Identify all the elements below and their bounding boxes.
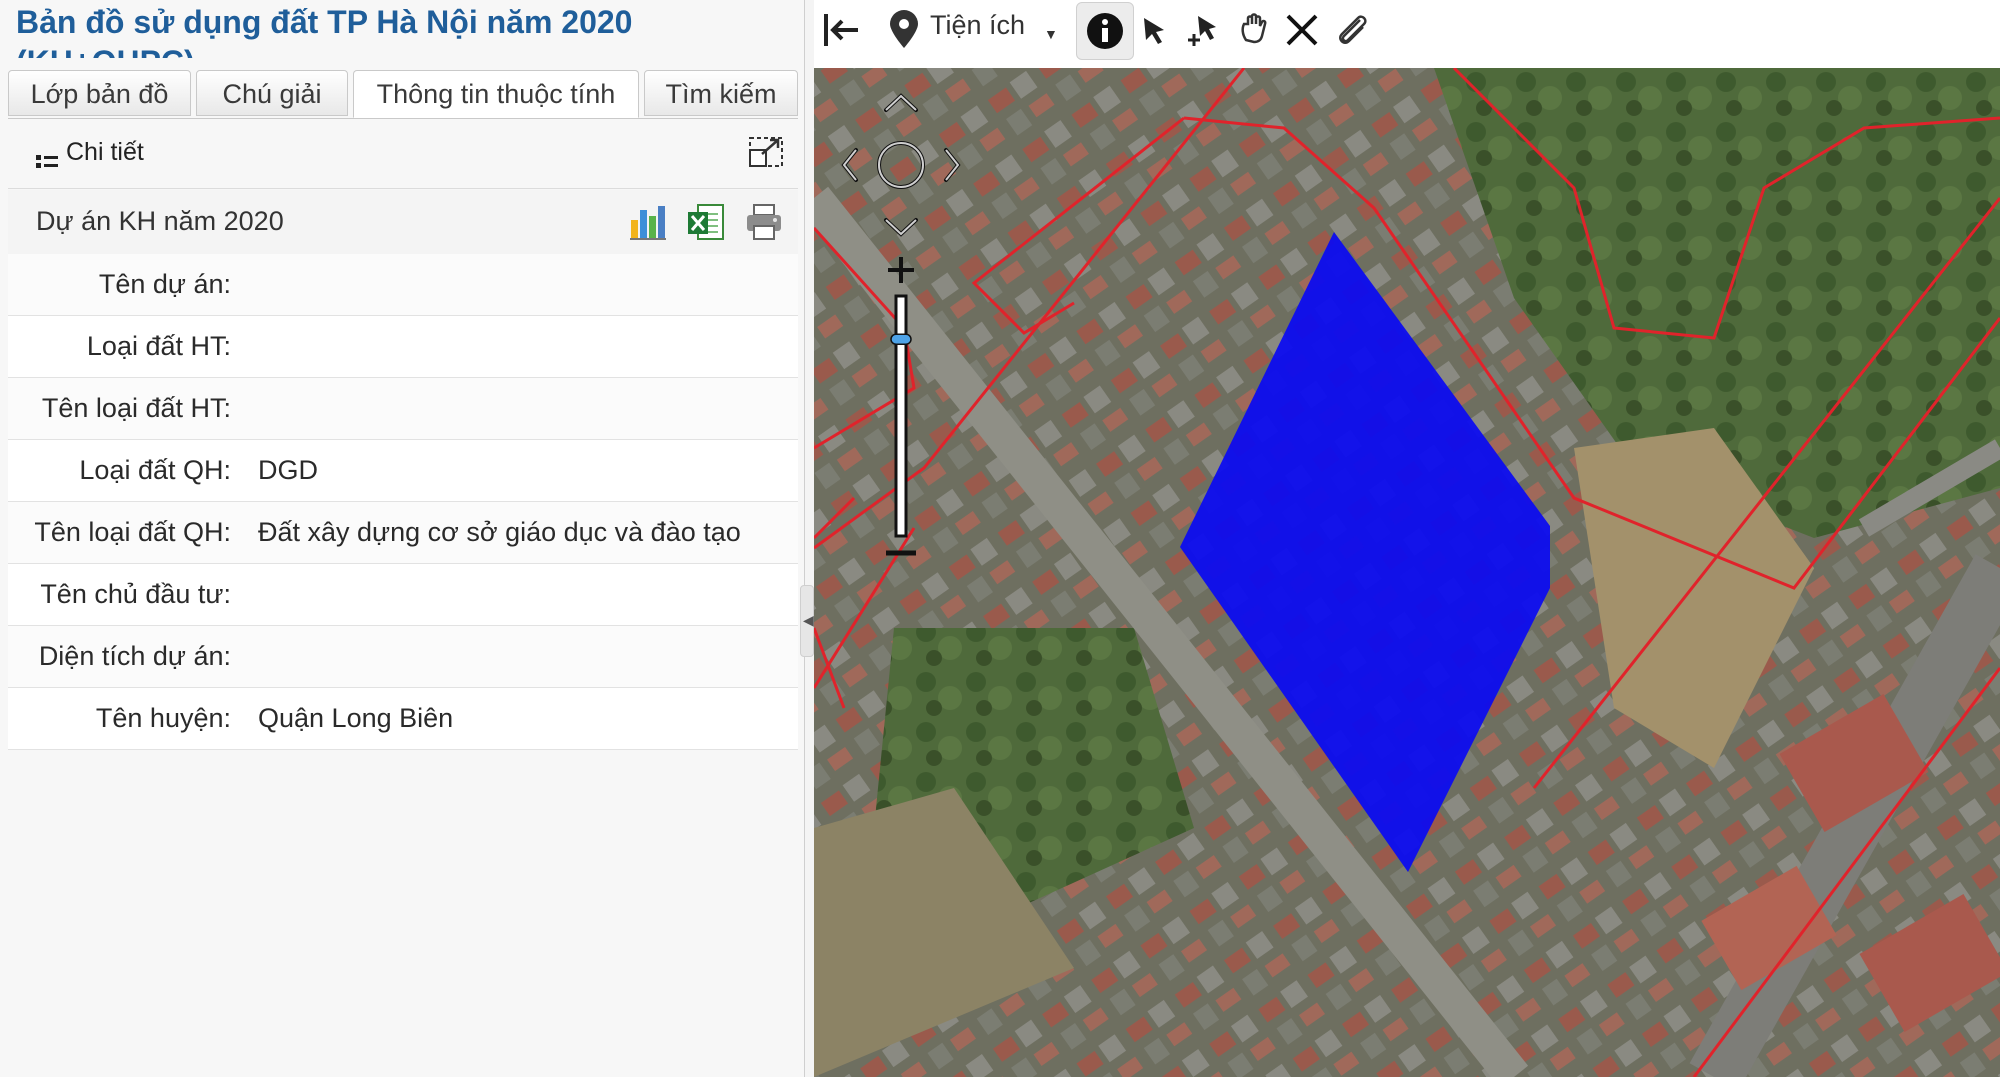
- attribute-value: Quận Long Biên: [258, 703, 454, 733]
- attribute-table: Tên dự án: Loại đất HT: Tên loại đất HT:…: [8, 254, 798, 750]
- pan-up-icon: [884, 93, 918, 112]
- print-icon[interactable]: [744, 202, 784, 242]
- tab-legend[interactable]: Chú giải: [196, 70, 348, 116]
- map-view[interactable]: [814, 68, 2000, 1077]
- attribute-row: Tên chủ đầu tư:: [8, 564, 798, 626]
- panel-collapse-handle[interactable]: ◀: [800, 585, 814, 657]
- attribute-label: Tên loại đất HT:: [41, 393, 231, 423]
- attribute-label: Loại đất QH:: [79, 455, 231, 485]
- pan-left-icon: [841, 148, 858, 182]
- satellite-imagery: [814, 68, 2000, 1077]
- location-pin-icon[interactable]: [884, 10, 924, 50]
- hand-pan-icon[interactable]: [1234, 10, 1274, 50]
- attribute-row: Tên loại đất HT:: [8, 378, 798, 440]
- attribute-row: Diện tích dự án:: [8, 626, 798, 688]
- tab-attribute-info[interactable]: Thông tin thuộc tính: [353, 70, 639, 118]
- attribute-label: Tên chủ đầu tư:: [40, 579, 231, 609]
- excel-export-icon[interactable]: [686, 202, 726, 242]
- pan-right-icon: [944, 148, 961, 182]
- attribute-row: Tên loại đất QH: Đất xây dựng cơ sở giáo…: [8, 502, 798, 564]
- attribute-label: Tên dự án:: [98, 269, 231, 299]
- detail-label: Chi tiết: [66, 138, 144, 166]
- zoom-in-icon: [888, 257, 914, 283]
- attribute-label: Loại đất HT:: [86, 331, 231, 361]
- attribute-row: Loại đất QH: DGD: [8, 440, 798, 502]
- project-title: Dự án KH năm 2020: [36, 206, 284, 236]
- attribute-row: Tên dự án:: [8, 254, 798, 316]
- map-navigation-control[interactable]: [836, 88, 966, 568]
- attribute-row: Tên huyện: Quận Long Biên: [8, 688, 798, 750]
- clear-x-icon[interactable]: [1282, 10, 1322, 50]
- expand-icon[interactable]: [748, 136, 784, 168]
- info-icon: [1087, 13, 1123, 49]
- attribute-value: DGD: [258, 455, 318, 485]
- app-title: Bản đồ sử dụng đất TP Hà Nội năm 2020 (K…: [16, 4, 633, 58]
- detail-bar: Chi tiết: [8, 120, 798, 189]
- pan-down-icon: [884, 218, 918, 237]
- utility-menu-label[interactable]: Tiện ích: [930, 10, 1025, 41]
- attribute-label: Diện tích dự án:: [38, 641, 231, 671]
- tab-search[interactable]: Tìm kiếm: [644, 70, 798, 116]
- zoom-slider-track: [894, 294, 908, 538]
- attribute-row: Loại đất HT:: [8, 316, 798, 378]
- tab-map-layers[interactable]: Lớp bản đồ: [8, 70, 191, 116]
- chevron-down-icon[interactable]: ▼: [1044, 26, 1058, 42]
- exit-icon[interactable]: [822, 10, 862, 50]
- tab-bar: Lớp bản đồ Chú giải Thông tin thuộc tính…: [8, 70, 798, 119]
- collapse-arrow-icon: ◀: [803, 612, 814, 628]
- attribute-panel: Bản đồ sử dụng đất TP Hà Nội năm 2020 (K…: [0, 0, 805, 1077]
- project-header: Dự án KH năm 2020: [8, 190, 798, 255]
- paperclip-icon[interactable]: [1332, 10, 1372, 50]
- list-icon: [36, 155, 58, 168]
- attribute-label: Tên loại đất QH:: [34, 517, 231, 547]
- chart-icon[interactable]: [628, 202, 668, 242]
- attribute-value: Đất xây dựng cơ sở giáo dục và đào tạo: [258, 517, 741, 547]
- zoom-slider-thumb: [890, 333, 912, 345]
- add-select-icon[interactable]: [1184, 10, 1224, 50]
- info-button[interactable]: [1076, 2, 1134, 60]
- map-toolbar: Tiện ích ▼: [814, 0, 2000, 69]
- attribute-label: Tên huyện:: [95, 703, 231, 733]
- select-arrow-icon[interactable]: [1134, 10, 1174, 50]
